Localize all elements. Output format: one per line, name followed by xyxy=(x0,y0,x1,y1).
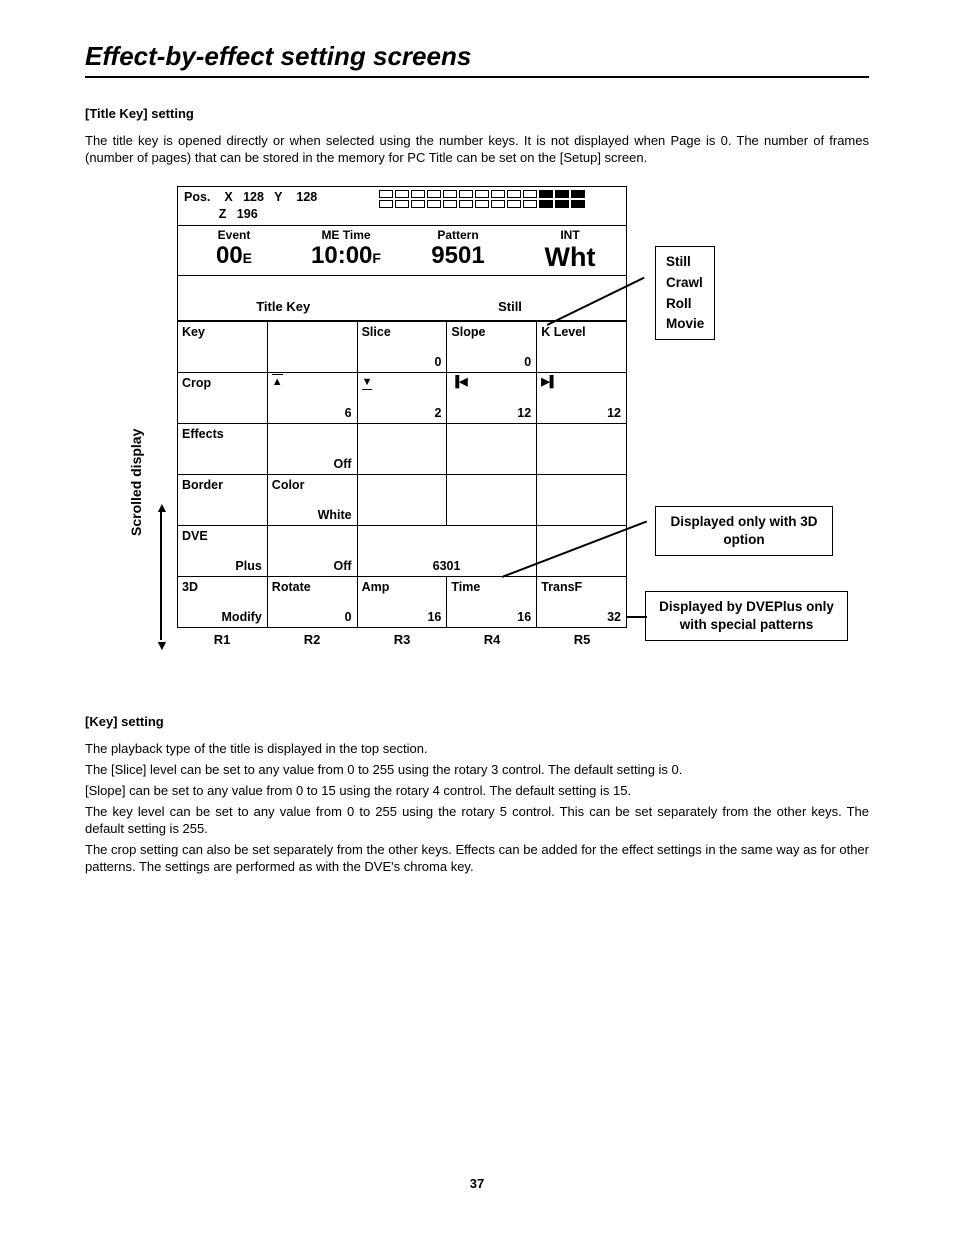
position-row: Pos. X 128 Y 128 Z 196 xyxy=(177,186,627,226)
r1-label: R1 xyxy=(177,632,267,649)
key-p5: The crop setting can also be set separat… xyxy=(85,842,869,876)
rotate-label: Rotate xyxy=(272,579,311,595)
crop-bottom-icon: ▼ xyxy=(362,375,373,389)
dve-plus: Plus xyxy=(235,558,261,574)
row-border: Border Color White xyxy=(178,474,627,525)
scrolled-display-label: Scrolled display xyxy=(127,429,145,536)
box1-crawl: Crawl xyxy=(666,274,703,292)
slice-value: 0 xyxy=(434,354,441,370)
connector-line-3 xyxy=(627,616,647,618)
still-label: Still xyxy=(402,299,618,316)
diagram: Scrolled display ▲ ▼ Pos. X 128 Y 128 Z … xyxy=(97,186,857,696)
settings-panel: Pos. X 128 Y 128 Z 196 xyxy=(177,186,627,648)
arrow-shaft xyxy=(160,512,162,640)
key-p1: The playback type of the title is displa… xyxy=(85,741,869,758)
r5-label: R5 xyxy=(537,632,627,649)
crop-left-value: 12 xyxy=(517,405,531,421)
dve-label: DVE xyxy=(182,528,208,544)
row-key: Key Slice 0 Slope 0 K Level xyxy=(178,321,627,372)
pattern-value: 9501 xyxy=(406,244,510,268)
box1-movie: Movie xyxy=(666,315,704,333)
box1-roll: Roll xyxy=(666,295,692,313)
dve-value: Off xyxy=(334,558,352,574)
arrow-down-icon: ▼ xyxy=(155,636,169,654)
slope-value: 0 xyxy=(524,354,531,370)
event-value: 00 xyxy=(216,242,243,269)
pos-label: Pos. xyxy=(184,190,210,204)
klevel-label: K Level xyxy=(541,324,585,340)
int-value: Wht xyxy=(518,244,622,271)
r3-label: R3 xyxy=(357,632,447,649)
z-label: Z xyxy=(219,207,227,221)
color-label: Color xyxy=(272,477,305,493)
event-suffix: E xyxy=(243,250,252,266)
row-effects: Effects Off xyxy=(178,423,627,474)
crop-right-icon: ▶▌ xyxy=(541,375,557,389)
border-label: Border xyxy=(182,477,223,493)
3d-option-box: Displayed only with 3D option xyxy=(655,506,833,555)
y-value: 128 xyxy=(296,190,317,204)
rotary-labels: R1 R2 R3 R4 R5 xyxy=(177,632,627,649)
dveplus-box: Displayed by DVEPlus only with special p… xyxy=(645,591,848,640)
effects-value: Off xyxy=(334,456,352,472)
z-value: 196 xyxy=(237,207,258,221)
transf-value: 32 xyxy=(607,609,621,625)
title-key-label: Title Key xyxy=(186,299,380,316)
small-rects xyxy=(379,189,620,210)
row-3d: 3D Modify Rotate 0 Amp 16 Time 16 TransF 32 xyxy=(178,576,627,627)
3d-label: 3D xyxy=(182,579,198,595)
color-value: White xyxy=(318,507,352,523)
crop-bottom-value: 2 xyxy=(434,405,441,421)
title-key-heading: [Title Key] setting xyxy=(85,106,869,123)
key-p2: The [Slice] level can be set to any valu… xyxy=(85,762,869,779)
effects-label: Effects xyxy=(182,426,224,442)
page-title: Effect-by-effect setting screens xyxy=(85,40,869,78)
key-label: Key xyxy=(182,324,205,340)
row-crop: Crop ▲ 6 ▼ 2 ▐◀ 12 ▶▌ 12 xyxy=(178,372,627,423)
box1-still: Still xyxy=(666,253,691,271)
x-label: X xyxy=(224,190,232,204)
amp-label: Amp xyxy=(362,579,390,595)
key-p4: The key level can be set to any value fr… xyxy=(85,804,869,838)
slope-label: Slope xyxy=(451,324,485,340)
r4-label: R4 xyxy=(447,632,537,649)
amp-value: 16 xyxy=(427,609,441,625)
transf-label: TransF xyxy=(541,579,582,595)
metime-suffix: F xyxy=(372,250,381,266)
key-p3: [Slope] can be set to any value from 0 t… xyxy=(85,783,869,800)
x-value: 128 xyxy=(243,190,264,204)
crop-top-value: 6 xyxy=(345,405,352,421)
dve-pattern-value: 6301 xyxy=(357,558,536,574)
key-setting-heading: [Key] setting xyxy=(85,714,869,731)
title-row: Title Key Still xyxy=(177,276,627,321)
row-dve: DVE Plus Off 6301 xyxy=(178,525,627,576)
crop-label: Crop xyxy=(182,375,211,391)
crop-top-icon: ▲ xyxy=(272,375,283,389)
rotate-value: 0 xyxy=(345,609,352,625)
page-number: 37 xyxy=(85,1176,869,1193)
r2-label: R2 xyxy=(267,632,357,649)
event-row: Event 00E ME Time 10:00F Pattern 9501 IN… xyxy=(177,226,627,276)
y-label: Y xyxy=(274,190,282,204)
playback-types-box: Still Crawl Roll Movie xyxy=(655,246,715,339)
time-label: Time xyxy=(451,579,480,595)
time-value: 16 xyxy=(517,609,531,625)
metime-value: 10:00 xyxy=(311,242,372,269)
crop-right-value: 12 xyxy=(607,405,621,421)
crop-left-icon: ▐◀ xyxy=(451,375,467,389)
slice-label: Slice xyxy=(362,324,391,340)
title-key-intro: The title key is opened directly or when… xyxy=(85,133,869,167)
3d-modify: Modify xyxy=(222,609,262,625)
settings-grid: Key Slice 0 Slope 0 K Level Crop ▲ 6 ▼ 2 ▐◀ 1… xyxy=(177,321,627,628)
